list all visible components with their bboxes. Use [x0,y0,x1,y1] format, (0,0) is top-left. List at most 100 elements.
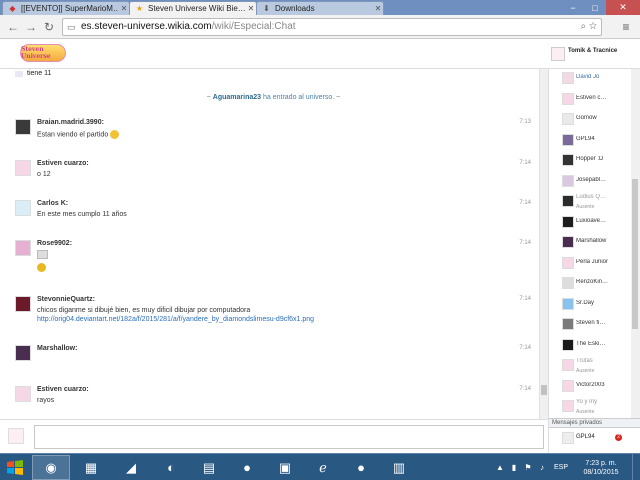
message-username[interactable]: Marshallow: [37,345,77,352]
tab-evento[interactable]: ◆ [[EVENTO]] SuperMarioM… ✕ [2,1,130,15]
close-icon[interactable]: ✕ [373,4,383,13]
game-icon: ◆ [9,4,16,13]
minimize-icon[interactable]: − [562,0,584,15]
firefox-taskbar-icon-2[interactable]: ● [342,455,380,480]
scrollbar-thumb[interactable] [541,385,547,395]
windows-start-icon[interactable] [5,458,25,478]
paint-taskbar-icon[interactable]: ◐ [152,455,190,480]
user-status: Ausente [576,204,595,210]
message-username[interactable]: StevonnieQuartz: [37,296,95,303]
avatar[interactable] [15,345,31,361]
user-list-item[interactable]: Yo y my Ausente [549,397,631,418]
menu-icon[interactable]: ≡ [618,19,634,35]
internet-explorer-taskbar-icon[interactable]: ℯ [304,455,342,480]
avatar [562,92,574,105]
volume-icon[interactable]: ♪ [536,463,548,472]
avatar[interactable] [15,296,31,312]
back-icon[interactable]: ← [6,20,20,34]
private-message-user[interactable]: GPL94 2 [549,429,640,447]
show-desktop-button[interactable] [632,454,640,480]
user-list-item[interactable]: Steven fi… [549,315,631,336]
message-username[interactable]: Carlos K: [37,200,68,207]
maximize-icon[interactable]: □ [584,0,606,15]
tab-steven-universe-wiki[interactable]: ★ Steven Universe Wiki Bie… ✕ [129,1,257,15]
message-text: Estan viendo el partido [37,130,120,139]
avatar [562,154,574,166]
forward-icon[interactable]: → [24,20,38,34]
language-indicator[interactable]: ESP [554,464,568,471]
message-username[interactable]: Braian.madrid.3990: [37,119,104,126]
bookmark-star-icon[interactable]: ☆ [589,21,597,32]
scrollbar-thumb[interactable] [632,179,638,329]
message-text: En este mes cumplo 11 años [37,211,127,218]
message-scrollbar[interactable] [539,69,548,419]
user-list-item[interactable]: GPL94★ [549,131,631,152]
chrome-taskbar-icon[interactable]: ◉ [32,455,70,480]
reload-icon[interactable]: ↻ [42,20,56,34]
explorer-taskbar-icon[interactable]: ▦ [72,455,110,480]
user-list-item[interactable]: David Jo★ [549,69,631,90]
user-list[interactable]: David Jo★Estiven c…GomowGPL94★Hopper :DJ… [549,69,631,418]
wiki-logo[interactable]: Steven Universe [20,44,66,62]
winrar-taskbar-icon[interactable]: ▥ [380,455,418,480]
avatar[interactable] [15,240,31,256]
browser-tab-strip: ◆ [[EVENTO]] SuperMarioM… ✕ ★ Steven Uni… [0,0,640,15]
show-hidden-icons-icon[interactable]: ▲ [494,463,506,472]
message-composer [0,419,548,453]
calculator-taskbar-icon[interactable]: ▤ [190,455,228,480]
game-taskbar-icon[interactable]: ▣ [266,455,304,480]
avatar[interactable] [15,160,31,176]
close-window-icon[interactable]: ✕ [606,0,640,15]
system-user[interactable]: Aguamarina23 [213,94,261,101]
avatar [562,277,574,289]
close-icon[interactable]: ✕ [119,4,129,13]
private-messages-header: Mensajes privados [549,418,640,428]
user-list-item[interactable]: Josépabl… [549,172,631,193]
user-list-item[interactable]: Victor2003 [549,377,631,398]
download-icon: ⬇ [263,4,270,13]
user-list-item[interactable]: Hopper :D [549,151,631,172]
flag-icon[interactable]: ⚑ [522,463,534,472]
address-bar[interactable]: ▭ es.steven-universe.wikia.com/wiki/Espe… [62,18,602,36]
user-list-item[interactable]: The Eski… [549,336,631,357]
message-username[interactable]: Rose9902: [37,240,72,247]
close-icon[interactable]: ✕ [246,4,256,13]
app-taskbar-icon[interactable]: ◢ [112,455,150,480]
avatar[interactable] [15,119,31,135]
window-controls: − □ ✕ [562,0,640,15]
avatar[interactable] [15,386,31,402]
user-list-item[interactable]: Trufas Ausente [549,356,631,377]
tab-downloads[interactable]: ⬇ Downloads ✕ [256,1,384,15]
user-list-item[interactable]: Perla Junior [549,254,631,275]
avatar [562,379,574,392]
message-link[interactable]: http://orig04.deviantart.net/182a/f/2015… [37,316,314,323]
chat-page: Steven Universe Tomik & Tracnice tiene 1… [0,40,640,453]
user-list-item[interactable]: RenzoKin… [549,274,631,295]
network-icon[interactable]: ▮ [508,463,520,472]
avatar[interactable] [15,200,31,216]
sticker-emoticon-icon [37,263,46,272]
avatar [562,133,574,146]
system-tray: ▲ ▮ ⚑ ♪ ESP 7:23 p. m. 08/10/2015 [492,454,640,480]
user-list-item[interactable]: Marshallow [549,233,631,254]
message-input[interactable] [34,425,544,449]
users-scrollbar[interactable] [631,69,640,418]
room-title: Tomik & Tracnice [568,48,618,54]
message-text: rayos [37,397,55,404]
search-icon[interactable]: ⌕ [580,21,586,32]
message-time: 7:14 [519,160,531,166]
message-list[interactable]: tiene 11 ~ Aguamarina23 ha entrado al un… [7,69,540,419]
message-text: o 12 [37,171,51,178]
message-username[interactable]: Estiven cuarzo: [37,386,89,393]
message-username[interactable]: Estiven cuarzo: [37,160,89,167]
user-list-item[interactable]: Estiven c… [549,90,631,111]
avatar [562,215,574,228]
user-list-item[interactable]: Sr.Day [549,295,631,316]
firefox-taskbar-icon[interactable]: ● [228,455,266,480]
user-list-item[interactable]: Luxioave…★ [549,213,631,234]
user-list-item[interactable]: Gomow [549,110,631,131]
users-panel: David Jo★Estiven c…GomowGPL94★Hopper :DJ… [548,69,640,453]
avatar [562,432,574,444]
user-list-item[interactable]: Ludius Q…Ausente★ [549,192,631,213]
clock[interactable]: 7:23 p. m. 08/10/2015 [574,459,628,477]
